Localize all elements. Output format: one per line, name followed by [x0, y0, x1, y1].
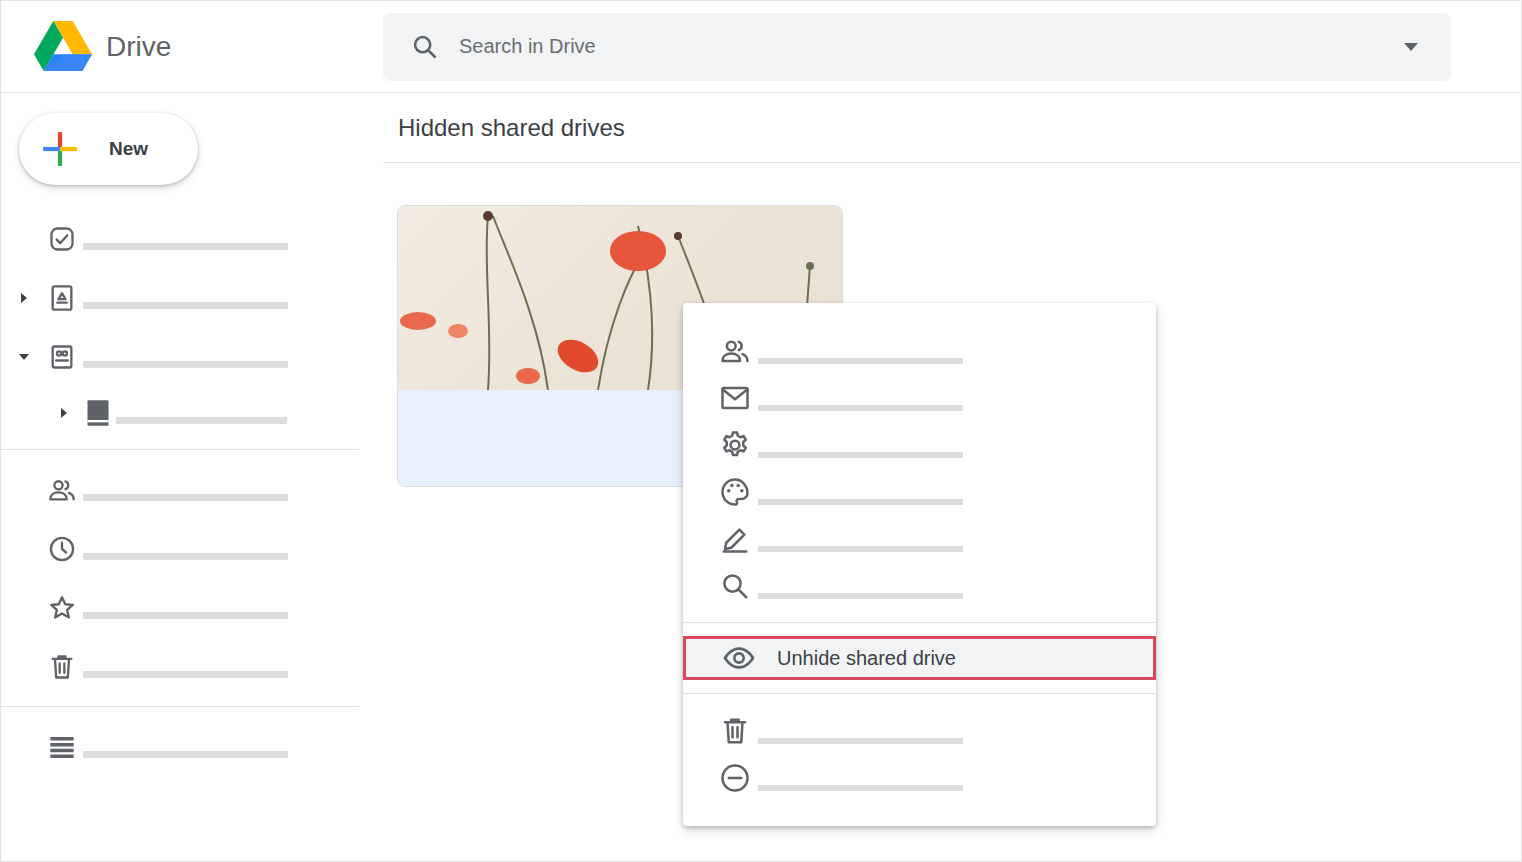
context-menu: Unhide shared drive [683, 303, 1156, 826]
placeholder-bar [83, 671, 288, 678]
sidebar-divider [1, 449, 359, 450]
people-icon [720, 336, 750, 366]
collapsed-arrow-icon[interactable] [58, 407, 70, 419]
drive-logo[interactable]: Drive [1, 21, 383, 73]
clock-icon [48, 535, 76, 563]
top-bar: Drive [1, 1, 1521, 93]
page-heading: Hidden shared drives [383, 93, 1521, 163]
shared-drive-icon [84, 399, 112, 427]
shared-drives-icon [48, 343, 76, 371]
placeholder-bar [758, 738, 963, 744]
placeholder-bar [116, 417, 287, 424]
storage-icon [48, 733, 76, 761]
new-button[interactable]: New [19, 113, 198, 185]
placeholder-bar [83, 494, 288, 501]
sidebar-item[interactable] [1, 386, 359, 439]
menu-group [683, 707, 1156, 801]
menu-group [683, 327, 1156, 609]
placeholder-bar [758, 593, 963, 599]
plus-icon [41, 130, 79, 168]
menu-item-label: Unhide shared drive [777, 647, 956, 670]
sidebar-icon-box [47, 224, 77, 254]
edit-icon [720, 524, 750, 554]
sidebar-icon-box [47, 534, 77, 564]
sidebar-item[interactable] [1, 637, 359, 696]
placeholder-bar [83, 361, 288, 368]
placeholder-bar [83, 243, 288, 250]
dropdown-icon [1403, 42, 1419, 52]
gear-icon [720, 430, 750, 460]
collapsed-arrow-icon[interactable] [18, 292, 30, 304]
sidebar-icon-box [47, 283, 77, 313]
placeholder-bar [758, 358, 963, 364]
sidebar-item[interactable] [1, 519, 359, 578]
drive-icon [34, 21, 92, 73]
search-bar[interactable] [383, 13, 1451, 81]
sidebar-item[interactable] [1, 327, 359, 386]
sidebar-icon-box [83, 398, 113, 428]
menu-item[interactable] [683, 515, 1156, 562]
sidebar-group [1, 209, 359, 439]
placeholder-bar [758, 452, 963, 458]
placeholder-bar [758, 785, 963, 791]
sidebar-item[interactable] [1, 209, 359, 268]
placeholder-bar [83, 302, 288, 309]
sidebar-group [1, 460, 359, 696]
arrow-slot [1, 407, 83, 419]
sidebar-item[interactable] [1, 578, 359, 637]
sidebar-icon-box [47, 475, 77, 505]
placeholder-bar [83, 553, 288, 560]
search-icon [411, 33, 439, 61]
sidebar-icon-box [47, 342, 77, 372]
sidebar-item[interactable] [1, 460, 359, 519]
placeholder-bar [758, 499, 963, 505]
eye-icon [723, 642, 755, 674]
sidebar: New [1, 93, 383, 861]
trash-icon [720, 716, 750, 746]
search-input[interactable] [457, 34, 1385, 59]
sidebar-divider [1, 706, 359, 707]
menu-item[interactable] [683, 562, 1156, 609]
placeholder-bar [83, 612, 288, 619]
placeholder-bar [758, 546, 963, 552]
expanded-arrow-icon[interactable] [18, 351, 30, 363]
placeholder-bar [83, 751, 288, 758]
search-icon [720, 571, 750, 601]
sidebar-icon-box [47, 652, 77, 682]
menu-item[interactable] [683, 468, 1156, 515]
my-drive-icon [48, 284, 76, 312]
star-icon [48, 594, 76, 622]
placeholder-bar [758, 405, 963, 411]
menu-divider [683, 622, 1156, 623]
check-icon [48, 225, 76, 253]
menu-item[interactable] [683, 421, 1156, 468]
arrow-slot [1, 351, 47, 363]
sidebar-item[interactable] [1, 268, 359, 327]
menu-item[interactable] [683, 374, 1156, 421]
menu-item[interactable] [683, 754, 1156, 801]
menu-item[interactable]: Unhide shared drive [683, 636, 1156, 680]
menu-item[interactable] [683, 327, 1156, 374]
palette-icon [720, 477, 750, 507]
mail-icon [720, 383, 750, 413]
remove-icon [720, 763, 750, 793]
menu-divider [683, 693, 1156, 694]
arrow-slot [1, 292, 47, 304]
app-title: Drive [106, 31, 171, 63]
sidebar-icon-box [47, 593, 77, 623]
sidebar-icon-box [47, 732, 77, 762]
menu-group: Unhide shared drive [683, 636, 1156, 680]
menu-item[interactable] [683, 707, 1156, 754]
people-icon [48, 476, 76, 504]
trash-icon [48, 653, 76, 681]
new-label: New [109, 138, 148, 160]
sidebar-group [1, 717, 359, 776]
sidebar-item[interactable] [1, 717, 359, 776]
